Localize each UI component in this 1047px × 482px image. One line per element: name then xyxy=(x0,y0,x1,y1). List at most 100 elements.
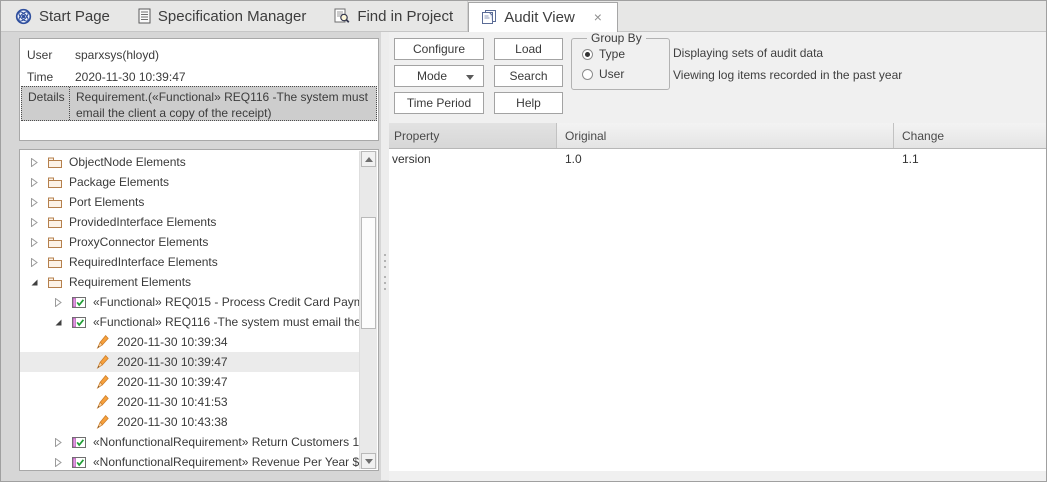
tree-item[interactable]: 2020-11-30 10:43:38 xyxy=(20,412,360,432)
tree-expander-icon[interactable] xyxy=(54,318,66,327)
radio-label: Type xyxy=(599,47,625,61)
tree-expander-icon[interactable] xyxy=(54,438,66,447)
tree-item-label: 2020-11-30 10:39:47 xyxy=(117,355,228,369)
group-by-type-radio[interactable]: Type xyxy=(582,47,625,61)
load-button[interactable]: Load xyxy=(494,38,563,60)
splitter-grip-icon xyxy=(384,254,386,256)
tree-item-label: ProxyConnector Elements xyxy=(69,235,208,249)
tree-expander-icon[interactable] xyxy=(30,278,42,287)
tree-item[interactable]: ObjectNode Elements xyxy=(20,152,360,172)
tree-item-label: RequiredInterface Elements xyxy=(69,255,218,269)
tree-item[interactable]: «Functional» REQ116 -The system must ema… xyxy=(20,312,360,332)
details-row-selected[interactable]: Details Requirement.(«Functional» REQ116… xyxy=(21,86,377,121)
tree-expander-icon[interactable] xyxy=(54,298,66,307)
time-value: 2020-11-30 10:39:47 xyxy=(75,70,186,84)
tree-item[interactable]: RequiredInterface Elements xyxy=(20,252,360,272)
specification-manager-icon xyxy=(138,8,151,24)
group-by-title: Group By xyxy=(587,31,646,45)
scroll-down-icon[interactable] xyxy=(361,453,376,469)
tree-item[interactable]: «Functional» REQ015 - Process Credit Car… xyxy=(20,292,360,312)
tree-item-label: «Functional» REQ015 - Process Credit Car… xyxy=(93,295,360,309)
column-header-original[interactable]: Original xyxy=(556,123,893,148)
edit-pencil-icon xyxy=(95,334,111,350)
mode-dropdown-button[interactable]: Mode xyxy=(394,65,484,87)
chevron-down-icon xyxy=(466,75,474,80)
tree-item-label: ObjectNode Elements xyxy=(69,155,186,169)
audit-view-main: Configure Load Mode Search Time Period H… xyxy=(389,32,1047,482)
tab-find-in-project[interactable]: Find in Project xyxy=(320,1,468,31)
tree-expander-icon[interactable] xyxy=(54,458,66,467)
tree-item[interactable]: 2020-11-30 10:39:34 xyxy=(20,332,360,352)
tree-item[interactable]: «NonfunctionalRequirement» Return Custom… xyxy=(20,432,360,452)
tree-expander-icon[interactable] xyxy=(30,258,42,267)
cell-change: 1.1 xyxy=(893,152,1047,166)
tab-specification-manager[interactable]: Specification Manager xyxy=(124,1,320,31)
audit-change-table: Property Original Change version 1.0 1.1 xyxy=(389,123,1047,471)
tree-expander-icon[interactable] xyxy=(30,178,42,187)
radio-icon xyxy=(582,49,593,60)
tree-item[interactable]: Requirement Elements xyxy=(20,272,360,292)
tab-audit-view[interactable]: Audit View × xyxy=(468,2,618,32)
tree-item[interactable]: ProvidedInterface Elements xyxy=(20,212,360,232)
tab-label: Audit View xyxy=(504,9,575,26)
search-button[interactable]: Search xyxy=(494,65,563,87)
time-label: Time xyxy=(27,70,53,84)
tree-item-label: ProvidedInterface Elements xyxy=(69,215,216,229)
status-line-1: Displaying sets of audit data xyxy=(673,46,823,60)
column-header-property[interactable]: Property xyxy=(389,123,556,148)
cell-property: version xyxy=(389,152,556,166)
close-icon[interactable]: × xyxy=(591,9,605,25)
tab-label: Start Page xyxy=(39,8,110,25)
tree-item[interactable]: 2020-11-30 10:39:47 xyxy=(20,372,360,392)
scroll-up-icon[interactable] xyxy=(361,151,376,167)
radio-icon xyxy=(582,69,593,80)
tree-item-label: Package Elements xyxy=(69,175,169,189)
tab-label: Specification Manager xyxy=(158,8,306,25)
folder-icon xyxy=(47,156,63,169)
tree-item[interactable]: «NonfunctionalRequirement» Revenue Per Y… xyxy=(20,452,360,470)
tree-item-label: Port Elements xyxy=(69,195,144,209)
folder-icon xyxy=(47,276,63,289)
column-header-change[interactable]: Change xyxy=(893,123,1047,148)
table-row[interactable]: version 1.0 1.1 xyxy=(389,149,1047,169)
time-period-button[interactable]: Time Period xyxy=(394,92,484,114)
tree-item-label: 2020-11-30 10:39:34 xyxy=(117,335,228,349)
scrollbar-thumb[interactable] xyxy=(361,217,376,329)
edit-pencil-icon xyxy=(95,354,111,370)
enterprise-architect-window: Start Page Specification Manager xyxy=(0,0,1047,482)
tree-item[interactable]: Port Elements xyxy=(20,192,360,212)
panel-splitter[interactable] xyxy=(381,32,389,480)
tab-start-page[interactable]: Start Page xyxy=(1,1,124,31)
mode-label: Mode xyxy=(417,69,447,83)
tree-expander-icon[interactable] xyxy=(30,238,42,247)
audit-tree-panel: ObjectNode Elements Package Elements Port … xyxy=(19,149,379,471)
tree-item-label: «NonfunctionalRequirement» Revenue Per Y… xyxy=(93,455,360,469)
tree-item-label: 2020-11-30 10:41:53 xyxy=(117,395,228,409)
configure-button[interactable]: Configure xyxy=(394,38,484,60)
cell-original: 1.0 xyxy=(556,152,893,166)
requirement-icon xyxy=(71,456,87,469)
folder-icon xyxy=(47,216,63,229)
tree-item-label: 2020-11-30 10:43:38 xyxy=(117,415,228,429)
tree-expander-icon[interactable] xyxy=(30,218,42,227)
tree-expander-icon[interactable] xyxy=(30,198,42,207)
tree-expander-icon[interactable] xyxy=(30,158,42,167)
user-label: User xyxy=(27,48,52,62)
tree-item[interactable]: 2020-11-30 10:39:47 xyxy=(20,352,360,372)
tab-label: Find in Project xyxy=(357,8,453,25)
tree-scrollbar[interactable] xyxy=(359,151,377,469)
status-line-2: Viewing log items recorded in the past y… xyxy=(673,68,902,82)
group-by-box: Group By Type User xyxy=(571,38,670,90)
group-by-user-radio[interactable]: User xyxy=(582,67,624,81)
tree-item-label: «NonfunctionalRequirement» Return Custom… xyxy=(93,435,360,449)
document-tab-bar: Start Page Specification Manager xyxy=(1,1,1046,32)
tree-item[interactable]: 2020-11-30 10:41:53 xyxy=(20,392,360,412)
tree-item[interactable]: ProxyConnector Elements xyxy=(20,232,360,252)
help-button[interactable]: Help xyxy=(494,92,563,114)
edit-pencil-icon xyxy=(95,414,111,430)
folder-icon xyxy=(47,256,63,269)
find-in-project-icon xyxy=(334,8,350,24)
requirement-icon xyxy=(71,436,87,449)
requirement-icon xyxy=(71,316,87,329)
tree-item[interactable]: Package Elements xyxy=(20,172,360,192)
